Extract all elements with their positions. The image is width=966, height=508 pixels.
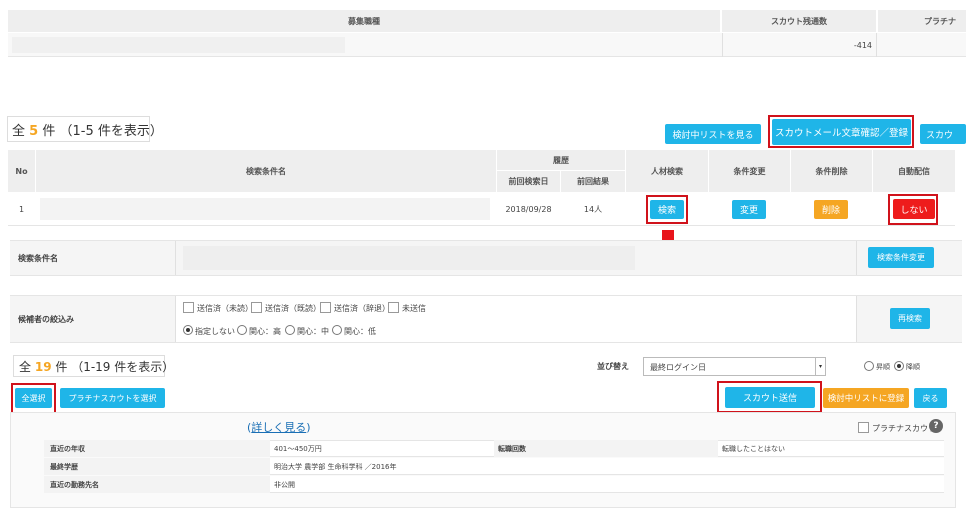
th-delete-condition: 条件削除 bbox=[791, 150, 872, 192]
radio-label: 降順 bbox=[906, 363, 920, 371]
th-name: 検索条件名 bbox=[36, 150, 496, 192]
list-total-count: 5 bbox=[29, 124, 39, 139]
job-name-redacted bbox=[12, 37, 345, 53]
highlight-box bbox=[11, 383, 56, 414]
checkbox-unsent[interactable] bbox=[388, 302, 399, 313]
help-icon[interactable]: ? bbox=[929, 419, 943, 433]
col-job-header: 募集職種 bbox=[8, 10, 720, 32]
divider bbox=[175, 241, 176, 275]
research-button[interactable]: 再検索 bbox=[890, 308, 930, 329]
radio-interest-high[interactable] bbox=[237, 325, 247, 335]
delete-button[interactable]: 削除 bbox=[814, 200, 848, 219]
platinum-checkbox-label: プラチナスカウト bbox=[872, 424, 936, 433]
th-last-search-date: 前回検索日 bbox=[497, 171, 560, 192]
checkbox-label: 送信済（既読） bbox=[265, 304, 321, 313]
checkbox-label: 送信済（未読） bbox=[197, 304, 253, 313]
detail-label: 最終学歴 bbox=[50, 463, 78, 471]
highlight-box bbox=[717, 381, 822, 413]
search-condition-redacted bbox=[183, 246, 635, 270]
detail-link-wrapper: (詳しく見る) bbox=[247, 421, 311, 434]
detail-label-cell bbox=[494, 440, 718, 457]
sort-select-value: 最終ログイン日 bbox=[650, 363, 706, 372]
divider bbox=[856, 241, 857, 275]
detail-value: 明治大学 農学部 生命科学科 ／2016年 bbox=[274, 463, 397, 471]
change-button[interactable]: 変更 bbox=[732, 200, 766, 219]
review-list-button[interactable]: 検討中リストを見る bbox=[665, 124, 761, 144]
search-condition-label: 検索条件名 bbox=[18, 254, 58, 263]
narrow-label: 候補者の絞込み bbox=[18, 315, 74, 324]
result-total: 全 19 件 （1-19 件を表示） bbox=[13, 355, 174, 377]
sort-select[interactable]: 最終ログイン日 ▾ bbox=[643, 357, 826, 376]
chevron-down-icon: ▾ bbox=[815, 358, 825, 375]
checkbox-sent-declined[interactable] bbox=[320, 302, 331, 313]
th-change-condition: 条件変更 bbox=[709, 150, 790, 192]
row-name-redacted bbox=[40, 198, 490, 220]
radio-interest-mid[interactable] bbox=[285, 325, 295, 335]
change-condition-button[interactable]: 検索条件変更 bbox=[868, 247, 934, 268]
select-platinum-button[interactable]: プラチナスカウトを選択 bbox=[60, 388, 165, 408]
th-talent-search: 人材検索 bbox=[626, 150, 708, 192]
result-total-count: 19 bbox=[34, 360, 52, 374]
col-platinum-header: プラチナ bbox=[878, 10, 966, 32]
checkbox-label: 未送信 bbox=[402, 304, 426, 313]
row-no: 1 bbox=[18, 205, 25, 214]
highlight-box bbox=[888, 194, 938, 225]
sort-label: 並び替え bbox=[597, 362, 629, 371]
highlight-box bbox=[768, 115, 914, 148]
radio-desc[interactable] bbox=[894, 361, 904, 371]
detail-label: 転職回数 bbox=[498, 445, 526, 453]
row-last-search-date: 2018/09/28 bbox=[505, 205, 552, 214]
checkbox-label: 送信済（辞退） bbox=[334, 304, 390, 313]
radio-no-spec[interactable] bbox=[183, 325, 193, 335]
detail-value: 転職したことはない bbox=[722, 445, 785, 453]
radio-label: 昇順 bbox=[876, 363, 890, 371]
back-button[interactable]: 戻る bbox=[914, 388, 947, 408]
detail-label: 直近の勤務先名 bbox=[50, 481, 99, 489]
radio-label: 関心：中 bbox=[297, 327, 329, 336]
detail-value: 非公開 bbox=[274, 481, 295, 489]
highlight-box bbox=[646, 195, 688, 224]
list-total: 全 5 件 （1-5 件を表示） bbox=[7, 116, 163, 142]
divider bbox=[856, 296, 857, 342]
th-last-result: 前回結果 bbox=[561, 171, 625, 192]
radio-label: 指定しない bbox=[195, 327, 235, 336]
th-auto-delivery: 自動配信 bbox=[873, 150, 955, 192]
th-history: 履歴 bbox=[497, 150, 625, 170]
detail-value: 401～450万円 bbox=[274, 445, 322, 453]
checkbox-sent-unread[interactable] bbox=[183, 302, 194, 313]
scout-remaining-value: -414 bbox=[853, 40, 872, 50]
radio-label: 関心：低 bbox=[344, 327, 376, 336]
detail-link[interactable]: 詳しく見る bbox=[251, 421, 306, 434]
scout-button[interactable]: スカウ bbox=[920, 124, 966, 144]
add-review-button[interactable]: 検討中リストに登録 bbox=[823, 388, 909, 408]
col-scout-remaining-header: スカウト残通数 bbox=[722, 10, 876, 32]
detail-label: 直近の年収 bbox=[50, 445, 85, 453]
row-last-result: 14人 bbox=[583, 205, 603, 214]
radio-interest-low[interactable] bbox=[332, 325, 342, 335]
divider bbox=[876, 33, 877, 57]
radio-label: 関心：高 bbox=[249, 327, 281, 336]
checkbox-sent-read[interactable] bbox=[251, 302, 262, 313]
radio-asc[interactable] bbox=[864, 361, 874, 371]
th-no: No bbox=[8, 150, 35, 192]
platinum-checkbox[interactable] bbox=[858, 422, 869, 433]
